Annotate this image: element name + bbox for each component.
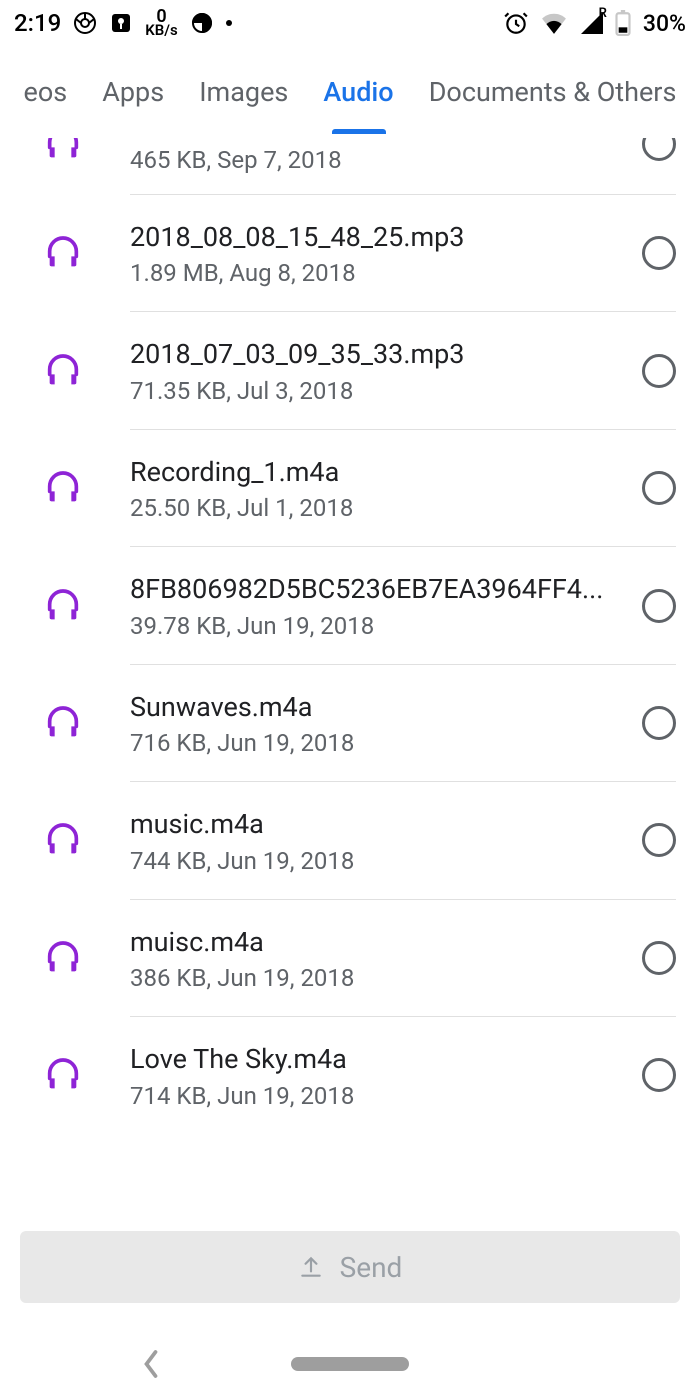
headphones-icon: [40, 468, 86, 508]
send-button[interactable]: Send: [20, 1231, 680, 1303]
headphones-icon: [40, 138, 86, 164]
file-list[interactable]: 465 KB, Sep 7, 2018 2018_08_08_15_48_25.m…: [0, 138, 700, 1229]
file-meta: 386 KB, Jun 19, 2018: [130, 964, 626, 992]
file-name: Sunwaves.m4a: [130, 689, 626, 725]
headphones-icon: [40, 586, 86, 626]
select-radio[interactable]: [642, 941, 676, 975]
network-rate: 0 KB/s: [145, 10, 177, 36]
file-name: 8FB806982D5BC5236EB7EA3964FF4...: [130, 571, 626, 607]
category-tabs: eos Apps Images Audio Documents & Others: [0, 46, 700, 138]
file-meta: 1.89 MB, Aug 8, 2018: [130, 259, 626, 287]
file-meta: 25.50 KB, Jul 1, 2018: [130, 494, 626, 522]
battery-percent: 30%: [643, 10, 686, 37]
upload-icon: [298, 1254, 324, 1280]
list-item[interactable]: Recording_1.m4a 25.50 KB, Jul 1, 2018: [0, 430, 700, 546]
list-item[interactable]: music.m4a 744 KB, Jun 19, 2018: [0, 782, 700, 898]
file-meta: 714 KB, Jun 19, 2018: [130, 1082, 626, 1110]
clock: 2:19: [14, 9, 61, 37]
file-body: 2018_08_08_15_48_25.mp3 1.89 MB, Aug 8, 2…: [86, 219, 642, 287]
file-name: Recording_1.m4a: [130, 454, 626, 490]
list-item[interactable]: muisc.m4a 386 KB, Jun 19, 2018: [0, 900, 700, 1016]
signal-icon: R: [579, 12, 603, 34]
headphones-icon: [40, 233, 86, 273]
tab-images[interactable]: Images: [195, 52, 292, 132]
wifi-icon: [541, 12, 567, 34]
file-body: 465 KB, Sep 7, 2018: [86, 142, 642, 174]
tab-audio[interactable]: Audio: [319, 52, 397, 132]
file-body: music.m4a 744 KB, Jun 19, 2018: [86, 806, 642, 874]
list-item[interactable]: Love The Sky.m4a 714 KB, Jun 19, 2018: [0, 1017, 700, 1133]
file-meta: 71.35 KB, Jul 3, 2018: [130, 377, 626, 405]
headphones-icon: [40, 938, 86, 978]
list-item[interactable]: Sunwaves.m4a 716 KB, Jun 19, 2018: [0, 665, 700, 781]
file-body: Sunwaves.m4a 716 KB, Jun 19, 2018: [86, 689, 642, 757]
battery-icon: [615, 10, 631, 36]
list-item[interactable]: 465 KB, Sep 7, 2018: [0, 138, 700, 194]
file-name: muisc.m4a: [130, 924, 626, 960]
select-radio[interactable]: [642, 236, 676, 270]
file-meta: 744 KB, Jun 19, 2018: [130, 847, 626, 875]
file-meta: 465 KB, Sep 7, 2018: [130, 146, 626, 174]
file-name: 2018_08_08_15_48_25.mp3: [130, 219, 626, 255]
alarm-icon: [503, 10, 529, 36]
list-item[interactable]: 2018_07_03_09_35_33.mp3 71.35 KB, Jul 3, …: [0, 312, 700, 428]
home-pill[interactable]: [291, 1357, 409, 1371]
dot-icon: [226, 20, 232, 26]
headphones-icon: [40, 703, 86, 743]
list-item[interactable]: 8FB806982D5BC5236EB7EA3964FF4... 39.78 KB…: [0, 547, 700, 663]
select-radio[interactable]: [642, 471, 676, 505]
file-meta: 716 KB, Jun 19, 2018: [130, 729, 626, 757]
select-radio[interactable]: [642, 138, 676, 161]
file-name: 2018_07_03_09_35_33.mp3: [130, 336, 626, 372]
select-radio[interactable]: [642, 706, 676, 740]
select-radio[interactable]: [642, 354, 676, 388]
status-left: 2:19 0 KB/s: [14, 9, 232, 37]
file-body: 2018_07_03_09_35_33.mp3 71.35 KB, Jul 3, …: [86, 336, 642, 404]
tab-videos[interactable]: eos: [20, 52, 72, 132]
tab-documents[interactable]: Documents & Others: [425, 52, 681, 132]
file-meta: 39.78 KB, Jun 19, 2018: [130, 612, 626, 640]
file-body: 8FB806982D5BC5236EB7EA3964FF4... 39.78 KB…: [86, 571, 642, 639]
headphones-icon: [40, 820, 86, 860]
select-radio[interactable]: [642, 823, 676, 857]
file-body: Recording_1.m4a 25.50 KB, Jul 1, 2018: [86, 454, 642, 522]
camera-icon: [190, 11, 214, 35]
tab-apps[interactable]: Apps: [98, 52, 168, 132]
chrome-icon: [73, 11, 97, 35]
select-radio[interactable]: [642, 589, 676, 623]
status-right: R 30%: [503, 10, 686, 37]
navigation-bar: [0, 1329, 700, 1399]
maps-icon: [109, 11, 133, 35]
list-item[interactable]: 2018_08_08_15_48_25.mp3 1.89 MB, Aug 8, 2…: [0, 195, 700, 311]
headphones-icon: [40, 351, 86, 391]
file-name: music.m4a: [130, 806, 626, 842]
file-body: Love The Sky.m4a 714 KB, Jun 19, 2018: [86, 1041, 642, 1109]
status-bar: 2:19 0 KB/s R 30%: [0, 0, 700, 46]
send-label: Send: [340, 1251, 403, 1284]
file-name: Love The Sky.m4a: [130, 1041, 626, 1077]
headphones-icon: [40, 1055, 86, 1095]
file-body: muisc.m4a 386 KB, Jun 19, 2018: [86, 924, 642, 992]
back-button[interactable]: [140, 1349, 162, 1379]
select-radio[interactable]: [642, 1058, 676, 1092]
